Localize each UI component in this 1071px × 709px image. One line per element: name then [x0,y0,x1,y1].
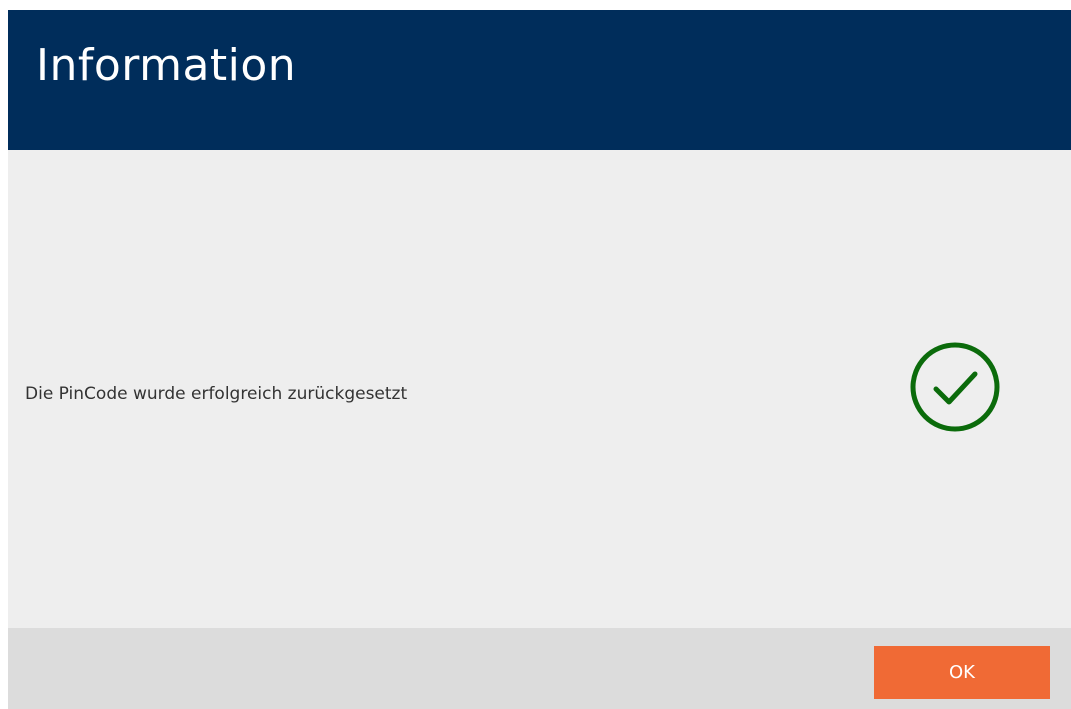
dialog-title: Information [36,40,297,91]
success-message: Die PinCode wurde erfolgreich zurückgese… [25,384,408,404]
dialog-header: Information [8,10,1071,150]
dialog-body: Die PinCode wurde erfolgreich zurückgese… [8,150,1071,628]
check-circle-icon [910,342,1000,432]
information-dialog: Information Die PinCode wurde erfolgreic… [8,10,1071,709]
ok-button[interactable]: OK [874,646,1050,699]
dialog-footer: OK [8,628,1071,709]
